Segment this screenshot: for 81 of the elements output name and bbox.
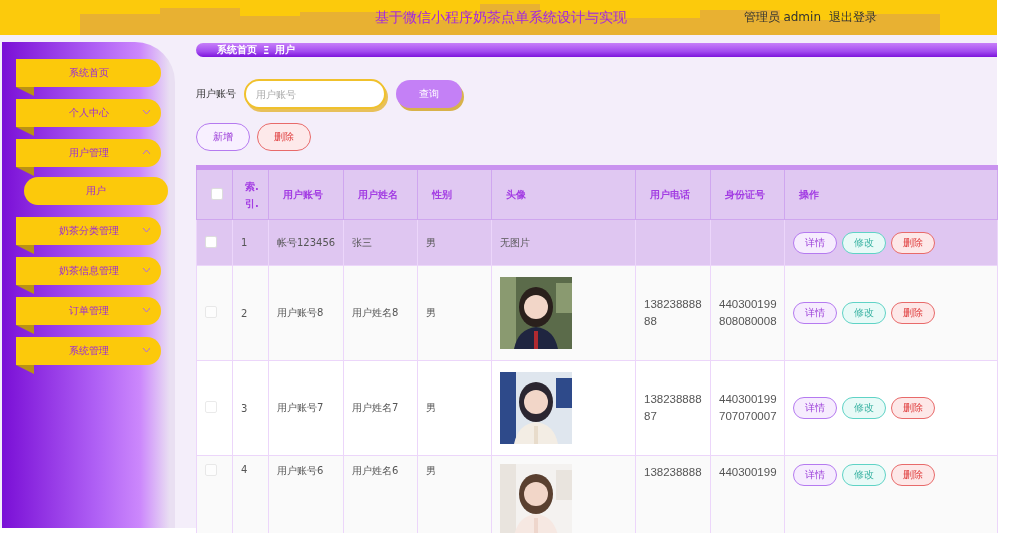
table-cell: 无图片 — [500, 236, 530, 248]
chevron-down-icon — [142, 109, 151, 115]
table-cell-text: 440300199707070007 — [719, 392, 778, 424]
delete-button[interactable]: 删除 — [891, 231, 935, 254]
table-cell: 张三 — [352, 236, 372, 248]
table-cell: 用户账号7 — [277, 402, 324, 413]
checkbox[interactable] — [211, 187, 223, 200]
table-cell: 男 — [426, 307, 436, 318]
column-header: 操作 — [784, 167, 998, 220]
chevron-down-icon — [142, 307, 151, 313]
table-cell: 帐号123456 — [277, 236, 336, 248]
table-cell: 4 — [241, 464, 248, 475]
ribbon-fold-icon — [16, 245, 34, 254]
checkbox[interactable] — [205, 235, 217, 248]
table-cell: 用户姓名6 — [352, 465, 399, 476]
table-cell: 2 — [241, 307, 248, 319]
table-cell: 1 — [241, 237, 248, 248]
chevron-down-icon — [142, 267, 151, 273]
column-header: 用户姓名 — [343, 167, 418, 220]
edit-button[interactable]: 修改 — [842, 302, 886, 324]
table-cell-text: 13823888888 — [644, 297, 703, 329]
table-cell-text: 138238888 — [644, 465, 703, 480]
delete-button[interactable]: 删除 — [891, 302, 935, 324]
ribbon-fold-icon — [16, 325, 34, 334]
table-cell: 3 — [241, 402, 248, 414]
column-header: 索.引. — [232, 167, 269, 220]
table-cell-text: 440300199808080008 — [719, 297, 778, 329]
app-title: 基于微信小程序奶茶点单系统设计与实现 — [375, 8, 627, 27]
edit-button[interactable]: 修改 — [842, 231, 886, 254]
column-header: 用户电话 — [635, 167, 711, 220]
chevron-down-icon — [142, 347, 151, 353]
column-header: 用户账号 — [268, 167, 344, 220]
ribbon-fold-icon — [16, 167, 34, 176]
delete-button[interactable]: 删除 — [891, 397, 935, 419]
breadcrumb-link[interactable]: 系统首页 — [217, 43, 257, 57]
table-row[interactable]: 1 帐号123456 张三 男 无图片 详情 修改 删除 — [196, 219, 998, 266]
menu-item[interactable]: 订单管理 — [16, 297, 161, 325]
submenu-item[interactable]: 用户 — [24, 177, 168, 205]
breadcrumb-current: 用户 — [275, 43, 296, 57]
table-cell: 用户姓名8 — [352, 307, 399, 318]
column-header: 头像 — [491, 167, 636, 220]
menu-item[interactable]: 系统首页 — [16, 59, 161, 87]
table-cell: 用户账号6 — [277, 465, 324, 476]
ribbon-fold-icon — [16, 365, 34, 374]
column-header: 性别 — [417, 167, 492, 220]
add-button[interactable]: 新增 — [196, 123, 250, 151]
table-cell: 男 — [426, 236, 436, 248]
table-cell-text: 440300199 — [719, 465, 778, 480]
menu-item[interactable]: 个人中心 — [16, 99, 161, 127]
query-button[interactable]: 查询 — [396, 80, 462, 108]
chevron-up-icon — [142, 149, 151, 155]
menu-item[interactable]: 奶茶分类管理 — [16, 217, 161, 245]
table-cell: 用户账号8 — [277, 307, 324, 318]
ribbon-fold-icon — [16, 87, 34, 96]
logout-link[interactable]: 退出登录 — [829, 9, 877, 26]
edit-button[interactable]: 修改 — [842, 464, 886, 486]
delete-button[interactable]: 删除 — [891, 464, 935, 486]
column-header: 身份证号 — [710, 167, 785, 220]
details-button[interactable]: 详情 — [793, 302, 837, 324]
table-row[interactable]: 3 用户账号7 用户姓名7 男 13823888887 440300199707070007 详情 修改 删除 — [196, 360, 998, 456]
search-label: 用户账号 — [196, 87, 236, 101]
details-button[interactable]: 详情 — [793, 397, 837, 419]
search-field[interactable]: 用户账号 — [244, 79, 386, 109]
menu-item[interactable]: 奶茶信息管理 — [16, 257, 161, 285]
table-cell: 男 — [426, 402, 436, 413]
ribbon-fold-icon — [16, 285, 34, 294]
delete-button[interactable]: 删除 — [257, 123, 311, 151]
table-row[interactable]: 4 用户账号6 用户姓名6 男 138238888 440300199 详情 修改 删除 — [196, 455, 998, 533]
ribbon-fold-icon — [16, 127, 34, 136]
table-row[interactable]: 2 用户账号8 用户姓名8 男 13823888888 440300199808080008 详情 修改 删除 — [196, 265, 998, 361]
menu-item[interactable]: 用户管理 — [16, 139, 161, 167]
details-button[interactable]: 详情 — [793, 464, 837, 486]
menu-item[interactable]: 系统管理 — [16, 337, 161, 365]
table-cell-text: 13823888887 — [644, 392, 703, 424]
breadcrumb-separator: Ξ — [263, 44, 270, 56]
edit-button[interactable]: 修改 — [842, 397, 886, 419]
chevron-down-icon — [142, 227, 151, 233]
table-cell: 男 — [426, 465, 436, 476]
user-role: 管理员 admin — [743, 9, 821, 26]
details-button[interactable]: 详情 — [793, 231, 837, 254]
table-cell: 用户姓名7 — [352, 402, 399, 413]
